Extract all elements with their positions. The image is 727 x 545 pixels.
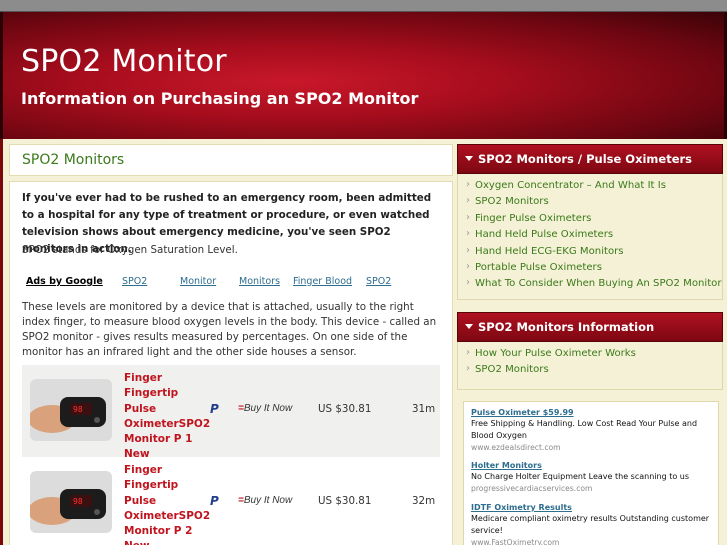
product-image[interactable]: 98 bbox=[30, 379, 112, 441]
site-description: Information on Purchasing an SPO2 Monito… bbox=[21, 89, 419, 108]
site-title[interactable]: SPO2 Monitor bbox=[21, 44, 227, 79]
ad-title[interactable]: IDTF Oximetry Results bbox=[471, 502, 715, 513]
post-heading-box: SPO2 Monitors bbox=[9, 144, 453, 176]
post-title[interactable]: SPO2 Monitors bbox=[22, 152, 124, 168]
ad-link[interactable]: Monitors bbox=[239, 276, 280, 287]
post-paragraph: SPO2 stands for Oxygen Saturation Level. bbox=[22, 244, 238, 256]
buy-it-now-badge: =Buy It Now bbox=[238, 495, 293, 506]
ad-url[interactable]: www.FastOximetry.com bbox=[471, 537, 715, 545]
post-paragraph: These levels are monitored by a device t… bbox=[22, 301, 437, 358]
sidebar-ad[interactable]: Holter Monitors No Charge Holter Equipme… bbox=[471, 460, 715, 494]
paypal-icon: P bbox=[210, 402, 219, 416]
ad-url[interactable]: progressivecardiacservices.com bbox=[471, 483, 715, 494]
sidebar-link[interactable]: What To Consider When Buying An SPO2 Mon… bbox=[466, 277, 722, 294]
site-header: SPO2 Monitor Information on Purchasing a… bbox=[0, 12, 727, 139]
triangle-down-icon bbox=[465, 324, 473, 329]
sidebar: SPO2 Monitors / Pulse Oximeters Oxygen C… bbox=[455, 139, 727, 545]
widget-list-information: How Your Pulse Oximeter Works SPO2 Monit… bbox=[457, 342, 723, 390]
sidebar-link[interactable]: Hand Held Pulse Oximeters bbox=[466, 228, 722, 245]
ad-title[interactable]: Holter Monitors bbox=[471, 460, 715, 471]
listing-row[interactable]: 98 Finger Fingertip Pulse OximeterSPO2 M… bbox=[22, 365, 440, 460]
sidebar-ad-box: Pulse Oximeter $59.99 Free Shipping & Ha… bbox=[463, 401, 719, 545]
listing-row[interactable]: 98 Finger Fingertip Pulse OximeterSPO2 M… bbox=[22, 457, 440, 545]
ads-by-google-label[interactable]: Ads by Google bbox=[26, 276, 103, 287]
sidebar-link[interactable]: Oxygen Concentrator – And What It Is bbox=[466, 179, 722, 196]
buy-it-now-badge: =Buy It Now bbox=[238, 403, 293, 414]
svg-text:98: 98 bbox=[73, 405, 83, 414]
sidebar-link[interactable]: Hand Held ECG-EKG Monitors bbox=[466, 245, 722, 262]
ad-link[interactable]: Monitor bbox=[180, 276, 216, 287]
triangle-down-icon bbox=[465, 156, 473, 161]
listing-price: US $30.81 bbox=[318, 495, 372, 507]
ad-link[interactable]: SPO2 bbox=[122, 276, 147, 287]
post-body: If you've ever had to be rushed to an em… bbox=[9, 181, 453, 545]
listing-title[interactable]: Finger Fingertip Pulse OximeterSPO2 Moni… bbox=[124, 463, 210, 545]
paypal-icon: P bbox=[210, 494, 219, 508]
sidebar-ad[interactable]: IDTF Oximetry Results Medicare compliant… bbox=[471, 502, 715, 545]
widget-title-information: SPO2 Monitors Information bbox=[457, 312, 723, 342]
ad-url[interactable]: www.ezdealsdirect.com bbox=[471, 442, 715, 453]
sidebar-link[interactable]: SPO2 Monitors bbox=[466, 363, 722, 380]
listing-time-left: 32m bbox=[412, 495, 436, 507]
ad-description: Free Shipping & Handling. Low Cost Read … bbox=[471, 419, 698, 440]
sidebar-ad[interactable]: Pulse Oximeter $59.99 Free Shipping & Ha… bbox=[471, 407, 715, 453]
widget-title-pulse-oximeters: SPO2 Monitors / Pulse Oximeters bbox=[457, 144, 723, 174]
ad-link[interactable]: SPO2 bbox=[366, 276, 391, 287]
ad-link[interactable]: Finger Blood bbox=[293, 276, 352, 287]
sidebar-link[interactable]: Portable Pulse Oximeters bbox=[466, 261, 722, 278]
sidebar-link[interactable]: Finger Pulse Oximeters bbox=[466, 212, 722, 229]
sidebar-link[interactable]: SPO2 Monitors bbox=[466, 195, 722, 212]
listing-time-left: 31m bbox=[412, 403, 436, 415]
sidebar-link[interactable]: How Your Pulse Oximeter Works bbox=[466, 347, 722, 364]
ad-description: No Charge Holter Equipment Leave the sca… bbox=[471, 472, 690, 481]
listing-price: US $30.81 bbox=[318, 403, 372, 415]
google-ad-links: Ads by Google SPO2 Monitor Monitors Fing… bbox=[26, 276, 436, 290]
widget-list-pulse-oximeters: Oxygen Concentrator – And What It Is SPO… bbox=[457, 174, 723, 300]
listing-title[interactable]: Finger Fingertip Pulse OximeterSPO2 Moni… bbox=[124, 371, 210, 463]
product-image[interactable]: 98 bbox=[30, 471, 112, 533]
content-wrapper: SPO2 Monitors If you've ever had to be r… bbox=[0, 139, 727, 545]
svg-text:98: 98 bbox=[73, 497, 83, 506]
ad-title[interactable]: Pulse Oximeter $59.99 bbox=[471, 407, 715, 418]
browser-top-strip bbox=[0, 0, 727, 12]
ad-description: Medicare compliant oximetry results Outs… bbox=[471, 514, 710, 535]
